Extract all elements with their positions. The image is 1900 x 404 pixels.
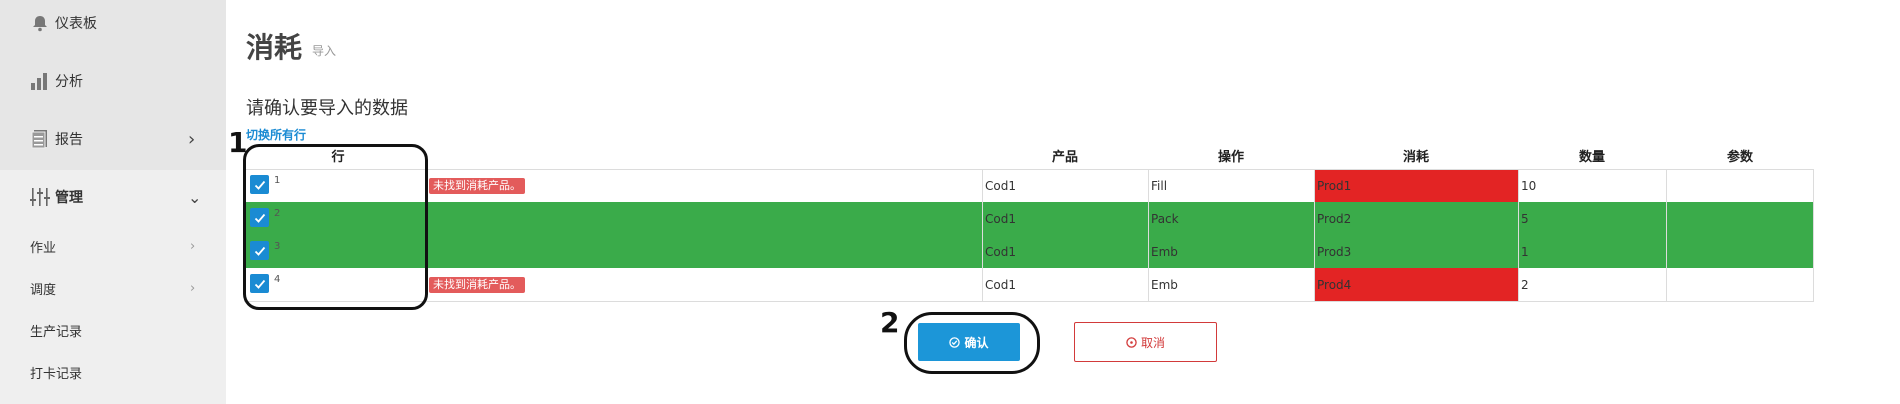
cell-params [1666, 169, 1814, 202]
table-border [982, 170, 983, 302]
annotation-number: 1 [228, 126, 248, 159]
sidebar-subitem-label: 打卡记录 [30, 366, 83, 382]
cell-operation: Emb [1151, 277, 1178, 292]
annotation-box-confirm [904, 312, 1040, 374]
table-row: 4 未找到消耗产品。 Cod1 Emb Prod4 2 [244, 268, 1814, 301]
cell-product: Cod1 [985, 178, 1016, 193]
table-row: 3 Cod1 Emb Prod3 1 [244, 235, 1814, 268]
column-header-consumption: 消耗 [1402, 150, 1429, 165]
cell-params [1666, 268, 1814, 301]
annotation-number: 2 [880, 306, 900, 339]
page: 仪表板 分析 报告 › 管理 ⌄ 作业 › 调度 › 生产记录 打卡记录 消耗 … [0, 0, 1900, 404]
cell-operation: Pack [1151, 211, 1179, 226]
cancel-button[interactable]: 取消 [1074, 322, 1217, 362]
column-header-quantity: 数量 [1578, 150, 1605, 165]
toggle-all-rows-link[interactable]: 切换所有行 [246, 126, 306, 143]
report-icon [29, 129, 51, 149]
table-border [1518, 170, 1519, 302]
cell-quantity: 2 [1521, 277, 1529, 292]
table-border [1314, 170, 1315, 302]
sidebar-item-management[interactable]: 管理 ⌄ [0, 182, 226, 212]
bar-chart-icon [29, 71, 51, 91]
table-border [1666, 170, 1667, 302]
sliders-icon [29, 187, 51, 207]
cell-consumption: Prod4 [1314, 268, 1518, 301]
cell-consumption: Prod3 [1317, 244, 1352, 259]
page-subtitle: 导入 [312, 44, 337, 58]
page-title: 消耗 [246, 31, 303, 64]
sidebar-item-analysis[interactable]: 分析 [0, 66, 226, 96]
sidebar-item-reports[interactable]: 报告 › [0, 124, 226, 154]
bell-icon [29, 14, 51, 32]
cell-quantity: 10 [1521, 178, 1537, 193]
cell-consumption: Prod1 [1314, 169, 1518, 202]
column-header-product: 产品 [1051, 150, 1078, 165]
section-title: 请确认要导入的数据 [246, 98, 408, 119]
sidebar-item-label: 仪表板 [55, 16, 97, 32]
sidebar-subitem-production-log[interactable]: 生产记录 [0, 312, 226, 348]
cell-quantity: 1 [1521, 244, 1529, 259]
chevron-right-icon: › [190, 238, 196, 254]
cell-operation: Fill [1151, 178, 1168, 193]
sidebar-subitem-label: 作业 [30, 240, 57, 256]
sidebar: 仪表板 分析 报告 › 管理 ⌄ 作业 › 调度 › 生产记录 打卡记录 [0, 0, 226, 404]
chevron-right-icon: › [190, 280, 196, 296]
sidebar-item-label: 管理 [55, 190, 83, 206]
cell-consumption: Prod2 [1317, 211, 1352, 226]
sidebar-item-dashboard[interactable]: 仪表板 [0, 8, 226, 38]
cancel-button-label: 取消 [1140, 335, 1165, 350]
cell-operation: Emb [1151, 244, 1178, 259]
cell-quantity: 5 [1521, 211, 1529, 226]
sidebar-item-label: 分析 [55, 74, 83, 90]
sidebar-subitem-label: 生产记录 [30, 324, 83, 340]
table-border [244, 169, 1814, 170]
sidebar-subitem-schedule[interactable]: 调度 › [0, 270, 226, 306]
cell-params [1666, 202, 1814, 235]
error-badge: 未找到消耗产品。 [429, 277, 525, 293]
table-border [1148, 170, 1149, 302]
cell-params [1666, 235, 1814, 268]
cell-product: Cod1 [985, 211, 1016, 226]
table-row: 1 未找到消耗产品。 Cod1 Fill Prod1 10 [244, 169, 1814, 202]
column-header-params: 参数 [1726, 150, 1753, 165]
chevron-down-icon: ⌄ [188, 187, 202, 207]
chevron-right-icon: › [188, 128, 196, 150]
sidebar-subitem-label: 调度 [30, 282, 57, 298]
circle-x-icon [1126, 336, 1137, 348]
error-badge: 未找到消耗产品。 [429, 178, 525, 194]
cell-product: Cod1 [985, 277, 1016, 292]
sidebar-subitem-clock-log[interactable]: 打卡记录 [0, 354, 226, 390]
table-border [1813, 170, 1814, 302]
table-row: 2 Cod1 Pack Prod2 5 [244, 202, 1814, 235]
cell-product: Cod1 [985, 244, 1016, 259]
sidebar-subitem-jobs[interactable]: 作业 › [0, 228, 226, 264]
table-border [244, 301, 1814, 302]
annotation-box-rows [243, 144, 428, 310]
sidebar-item-label: 报告 [55, 132, 83, 148]
column-header-operation: 操作 [1217, 150, 1244, 165]
